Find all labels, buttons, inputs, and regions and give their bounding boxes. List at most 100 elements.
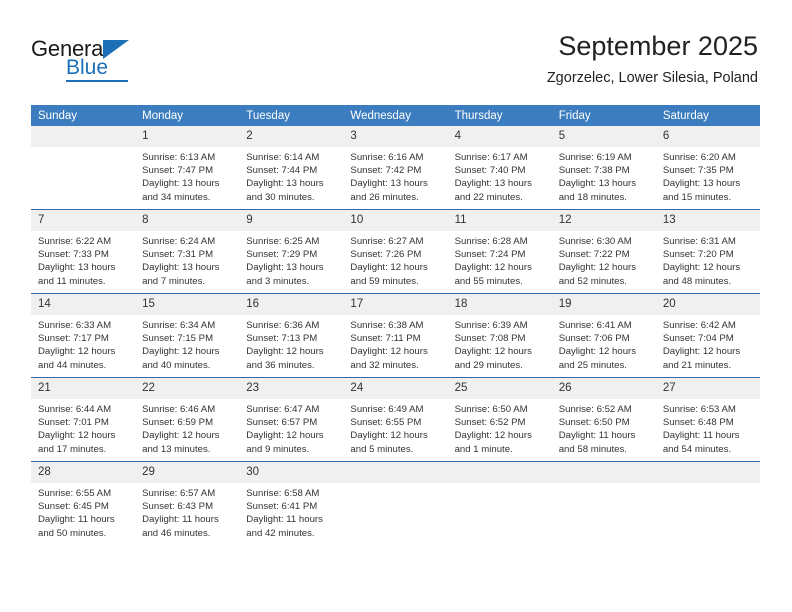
calendar-week-row: 21 Sunrise: 6:44 AM Sunset: 7:01 PM Dayl… [31, 377, 760, 462]
day-sun-info: Sunrise: 6:17 AM Sunset: 7:40 PM Dayligh… [454, 152, 532, 203]
calendar-day-cell [343, 461, 448, 545]
logo-underline-divider [66, 80, 128, 82]
day-number: 4 [447, 126, 552, 147]
calendar-body: 1 Sunrise: 6:13 AM Sunset: 7:47 PM Dayli… [31, 126, 760, 545]
calendar-day-cell[interactable]: 22 Sunrise: 6:46 AM Sunset: 6:59 PM Dayl… [135, 377, 240, 462]
title-block: September 2025 Zgorzelec, Lower Silesia,… [547, 30, 758, 88]
calendar-day-cell[interactable]: 26 Sunrise: 6:52 AM Sunset: 6:50 PM Dayl… [551, 377, 656, 462]
calendar-day-cell[interactable]: 20 Sunrise: 6:42 AM Sunset: 7:04 PM Dayl… [655, 293, 760, 378]
calendar-day-cell[interactable]: 8 Sunrise: 6:24 AM Sunset: 7:31 PM Dayli… [135, 209, 240, 294]
day-number: 2 [239, 126, 344, 147]
calendar-day-cell[interactable]: 1 Sunrise: 6:13 AM Sunset: 7:47 PM Dayli… [135, 126, 240, 210]
day-sun-info: Sunrise: 6:22 AM Sunset: 7:33 PM Dayligh… [38, 236, 116, 287]
day-number: 28 [31, 462, 136, 483]
calendar-day-cell[interactable]: 16 Sunrise: 6:36 AM Sunset: 7:13 PM Dayl… [239, 293, 344, 378]
day-number: 6 [655, 126, 760, 147]
calendar-day-cell[interactable]: 18 Sunrise: 6:39 AM Sunset: 7:08 PM Dayl… [447, 293, 552, 378]
calendar-day-cell[interactable]: 24 Sunrise: 6:49 AM Sunset: 6:55 PM Dayl… [343, 377, 448, 462]
calendar-day-cell[interactable]: 9 Sunrise: 6:25 AM Sunset: 7:29 PM Dayli… [239, 209, 344, 294]
day-number: 9 [239, 210, 344, 231]
calendar-day-cell[interactable]: 3 Sunrise: 6:16 AM Sunset: 7:42 PM Dayli… [343, 126, 448, 210]
day-sun-info: Sunrise: 6:20 AM Sunset: 7:35 PM Dayligh… [662, 152, 741, 203]
day-number: 8 [135, 210, 240, 231]
day-sun-info: Sunrise: 6:13 AM Sunset: 7:47 PM Dayligh… [142, 152, 220, 203]
day-number [447, 462, 552, 483]
day-number: 19 [551, 294, 656, 315]
day-number: 5 [551, 126, 656, 147]
calendar-day-cell[interactable]: 29 Sunrise: 6:57 AM Sunset: 6:43 PM Dayl… [135, 461, 240, 545]
calendar-day-cell[interactable]: 11 Sunrise: 6:28 AM Sunset: 7:24 PM Dayl… [447, 209, 552, 294]
calendar-day-cell[interactable]: 4 Sunrise: 6:17 AM Sunset: 7:40 PM Dayli… [447, 126, 552, 210]
day-sun-info: Sunrise: 6:44 AM Sunset: 7:01 PM Dayligh… [38, 404, 116, 455]
day-sun-info: Sunrise: 6:58 AM Sunset: 6:41 PM Dayligh… [246, 488, 323, 539]
calendar-day-cell[interactable]: 14 Sunrise: 6:33 AM Sunset: 7:17 PM Dayl… [31, 293, 136, 378]
calendar-day-cell[interactable]: 19 Sunrise: 6:41 AM Sunset: 7:06 PM Dayl… [551, 293, 656, 378]
calendar-day-cell[interactable]: 6 Sunrise: 6:20 AM Sunset: 7:35 PM Dayli… [655, 126, 760, 210]
day-sun-info: Sunrise: 6:19 AM Sunset: 7:38 PM Dayligh… [558, 152, 637, 203]
day-number: 16 [239, 294, 344, 315]
day-number: 24 [343, 378, 448, 399]
calendar-day-cell [551, 461, 656, 545]
calendar-day-cell [655, 461, 760, 545]
day-number: 23 [239, 378, 344, 399]
day-sun-info: Sunrise: 6:33 AM Sunset: 7:17 PM Dayligh… [38, 320, 116, 371]
day-number: 22 [135, 378, 240, 399]
calendar-day-cell[interactable]: 25 Sunrise: 6:50 AM Sunset: 6:52 PM Dayl… [447, 377, 552, 462]
calendar-week-row: 1 Sunrise: 6:13 AM Sunset: 7:47 PM Dayli… [31, 126, 760, 210]
day-sun-info: Sunrise: 6:55 AM Sunset: 6:45 PM Dayligh… [38, 488, 115, 539]
calendar-day-cell[interactable]: 21 Sunrise: 6:44 AM Sunset: 7:01 PM Dayl… [31, 377, 136, 462]
calendar-day-cell[interactable]: 2 Sunrise: 6:14 AM Sunset: 7:44 PM Dayli… [239, 126, 344, 210]
day-number: 14 [31, 294, 136, 315]
day-number: 12 [551, 210, 656, 231]
day-number [551, 462, 656, 483]
calendar-day-cell[interactable]: 30 Sunrise: 6:58 AM Sunset: 6:41 PM Dayl… [239, 461, 344, 545]
calendar-day-cell[interactable]: 27 Sunrise: 6:53 AM Sunset: 6:48 PM Dayl… [655, 377, 760, 462]
day-sun-info: Sunrise: 6:46 AM Sunset: 6:59 PM Dayligh… [142, 404, 220, 455]
calendar-day-cell[interactable]: 10 Sunrise: 6:27 AM Sunset: 7:26 PM Dayl… [343, 209, 448, 294]
day-number: 29 [135, 462, 240, 483]
day-number: 1 [135, 126, 240, 147]
general-blue-logo: General Blue [31, 38, 171, 86]
calendar-table: Sunday Monday Tuesday Wednesday Thursday… [31, 105, 760, 545]
day-sun-info: Sunrise: 6:28 AM Sunset: 7:24 PM Dayligh… [454, 236, 532, 287]
day-number [343, 462, 448, 483]
calendar-day-cell[interactable]: 23 Sunrise: 6:47 AM Sunset: 6:57 PM Dayl… [239, 377, 344, 462]
day-number: 13 [655, 210, 760, 231]
day-sun-info: Sunrise: 6:42 AM Sunset: 7:04 PM Dayligh… [662, 320, 741, 371]
column-header-monday: Monday [135, 105, 240, 126]
day-sun-info: Sunrise: 6:49 AM Sunset: 6:55 PM Dayligh… [350, 404, 428, 455]
calendar-day-cell[interactable]: 13 Sunrise: 6:31 AM Sunset: 7:20 PM Dayl… [655, 209, 760, 294]
day-sun-info: Sunrise: 6:52 AM Sunset: 6:50 PM Dayligh… [558, 404, 636, 455]
day-sun-info: Sunrise: 6:39 AM Sunset: 7:08 PM Dayligh… [454, 320, 532, 371]
day-sun-info: Sunrise: 6:47 AM Sunset: 6:57 PM Dayligh… [246, 404, 324, 455]
day-number: 7 [31, 210, 136, 231]
day-sun-info: Sunrise: 6:14 AM Sunset: 7:44 PM Dayligh… [246, 152, 324, 203]
day-sun-info: Sunrise: 6:16 AM Sunset: 7:42 PM Dayligh… [350, 152, 428, 203]
calendar-day-cell[interactable]: 5 Sunrise: 6:19 AM Sunset: 7:38 PM Dayli… [551, 126, 656, 210]
day-sun-info: Sunrise: 6:50 AM Sunset: 6:52 PM Dayligh… [454, 404, 532, 455]
column-header-thursday: Thursday [447, 105, 552, 126]
calendar-day-cell[interactable]: 17 Sunrise: 6:38 AM Sunset: 7:11 PM Dayl… [343, 293, 448, 378]
calendar-day-cell[interactable]: 12 Sunrise: 6:30 AM Sunset: 7:22 PM Dayl… [551, 209, 656, 294]
calendar-week-row: 28 Sunrise: 6:55 AM Sunset: 6:45 PM Dayl… [31, 461, 760, 545]
calendar-week-row: 7 Sunrise: 6:22 AM Sunset: 7:33 PM Dayli… [31, 209, 760, 294]
day-number: 27 [655, 378, 760, 399]
calendar-day-cell[interactable]: 15 Sunrise: 6:34 AM Sunset: 7:15 PM Dayl… [135, 293, 240, 378]
day-sun-info: Sunrise: 6:38 AM Sunset: 7:11 PM Dayligh… [350, 320, 428, 371]
day-number: 18 [447, 294, 552, 315]
column-header-wednesday: Wednesday [343, 105, 448, 126]
calendar-page: General Blue September 2025 Zgorzelec, L… [0, 0, 792, 612]
column-header-tuesday: Tuesday [239, 105, 344, 126]
calendar-day-cell[interactable]: 7 Sunrise: 6:22 AM Sunset: 7:33 PM Dayli… [31, 209, 136, 294]
logo-text-blue: Blue [66, 56, 109, 79]
page-title: September 2025 [558, 31, 758, 61]
calendar-day-cell[interactable]: 28 Sunrise: 6:55 AM Sunset: 6:45 PM Dayl… [31, 461, 136, 545]
day-sun-info: Sunrise: 6:31 AM Sunset: 7:20 PM Dayligh… [662, 236, 741, 287]
calendar-week-row: 14 Sunrise: 6:33 AM Sunset: 7:17 PM Dayl… [31, 293, 760, 378]
page-header: General Blue September 2025 Zgorzelec, L… [0, 0, 792, 100]
day-number: 25 [447, 378, 552, 399]
day-sun-info: Sunrise: 6:41 AM Sunset: 7:06 PM Dayligh… [558, 320, 637, 371]
column-header-saturday: Saturday [655, 105, 760, 126]
calendar-header-row: Sunday Monday Tuesday Wednesday Thursday… [31, 105, 760, 126]
day-number: 30 [239, 462, 344, 483]
